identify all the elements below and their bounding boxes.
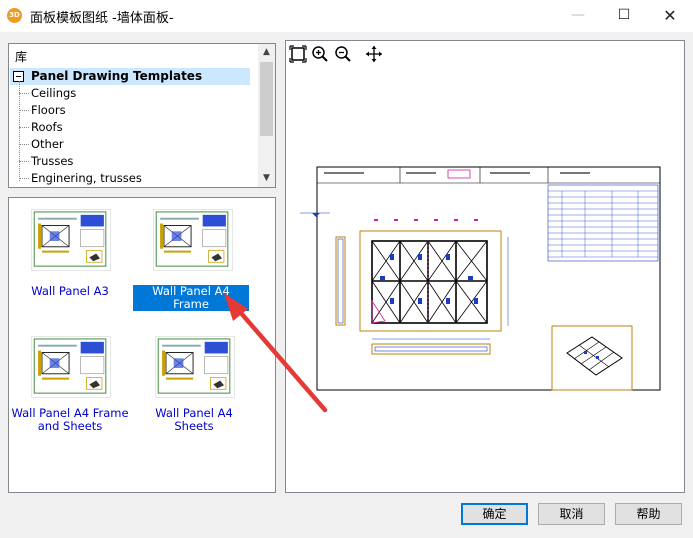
drawing-preview-panel[interactable] [285, 40, 685, 493]
scroll-down-icon[interactable]: ▼ [258, 170, 275, 187]
tree-item-label: Ceilings [31, 86, 77, 100]
tree-connector [19, 144, 29, 145]
zoom-out-icon[interactable] [334, 45, 352, 63]
cancel-button[interactable]: 取消 [538, 503, 605, 525]
minimize-button[interactable]: — [555, 0, 601, 31]
tree-item-label: Floors [31, 103, 66, 117]
tree-node-label: Panel Drawing Templates [31, 69, 203, 83]
template-preview-image[interactable] [31, 209, 111, 271]
tree-connector [19, 110, 29, 111]
close-button[interactable]: ✕ [647, 0, 693, 31]
tree-item-roofs[interactable]: Roofs [19, 119, 219, 136]
tree-item-floors[interactable]: Floors [19, 102, 219, 119]
template-caption[interactable]: Wall Panel A4 Frame and Sheets [10, 407, 130, 433]
annotation-arrow [224, 293, 328, 413]
tree-item-other[interactable]: Other [19, 136, 219, 153]
app-icon: 3D [7, 8, 22, 23]
tree-connector [19, 161, 29, 162]
pan-icon[interactable] [365, 45, 383, 63]
window-title: 面板模板图纸 -墙体面板- [30, 11, 174, 26]
tree-node-panel-drawing-templates[interactable]: Panel Drawing Templates [10, 68, 250, 85]
help-button[interactable]: 帮助 [615, 503, 682, 525]
zoom-in-icon[interactable] [311, 45, 329, 63]
tree-item-label: Roofs [31, 120, 63, 134]
title-bar: 3D 面板模板图纸 -墙体面板- — ☐ ✕ [0, 0, 693, 32]
tree-root-label[interactable]: 库 [15, 48, 27, 65]
template-caption[interactable]: Wall Panel A3 [10, 285, 130, 298]
tree-item-label: Other [31, 137, 64, 151]
scroll-up-icon[interactable]: ▲ [258, 44, 275, 61]
tree-item-ceilings[interactable]: Ceilings [19, 85, 219, 102]
tree-item-enginering-trusses[interactable]: Enginering, trusses [19, 170, 219, 187]
maximize-button[interactable]: ☐ [601, 0, 647, 31]
template-library-tree[interactable]: 库 Panel Drawing Templates Ceilings Floor… [8, 43, 276, 188]
tree-item-label: Enginering, trusses [31, 171, 142, 185]
ok-button[interactable]: 确定 [461, 503, 528, 525]
tree-scrollbar[interactable]: ▲ ▼ [258, 44, 275, 187]
template-preview-image[interactable] [153, 209, 233, 271]
zoom-extents-icon[interactable] [289, 45, 307, 63]
tree-connector [19, 127, 29, 128]
template-preview-image[interactable] [31, 336, 111, 398]
tree-item-trusses[interactable]: Trusses [19, 153, 219, 170]
tree-connector [19, 93, 29, 94]
tree-connector [19, 178, 29, 179]
scroll-thumb[interactable] [260, 62, 273, 136]
drawing-sheet-preview [300, 166, 661, 391]
tree-item-label: Trusses [31, 154, 74, 168]
